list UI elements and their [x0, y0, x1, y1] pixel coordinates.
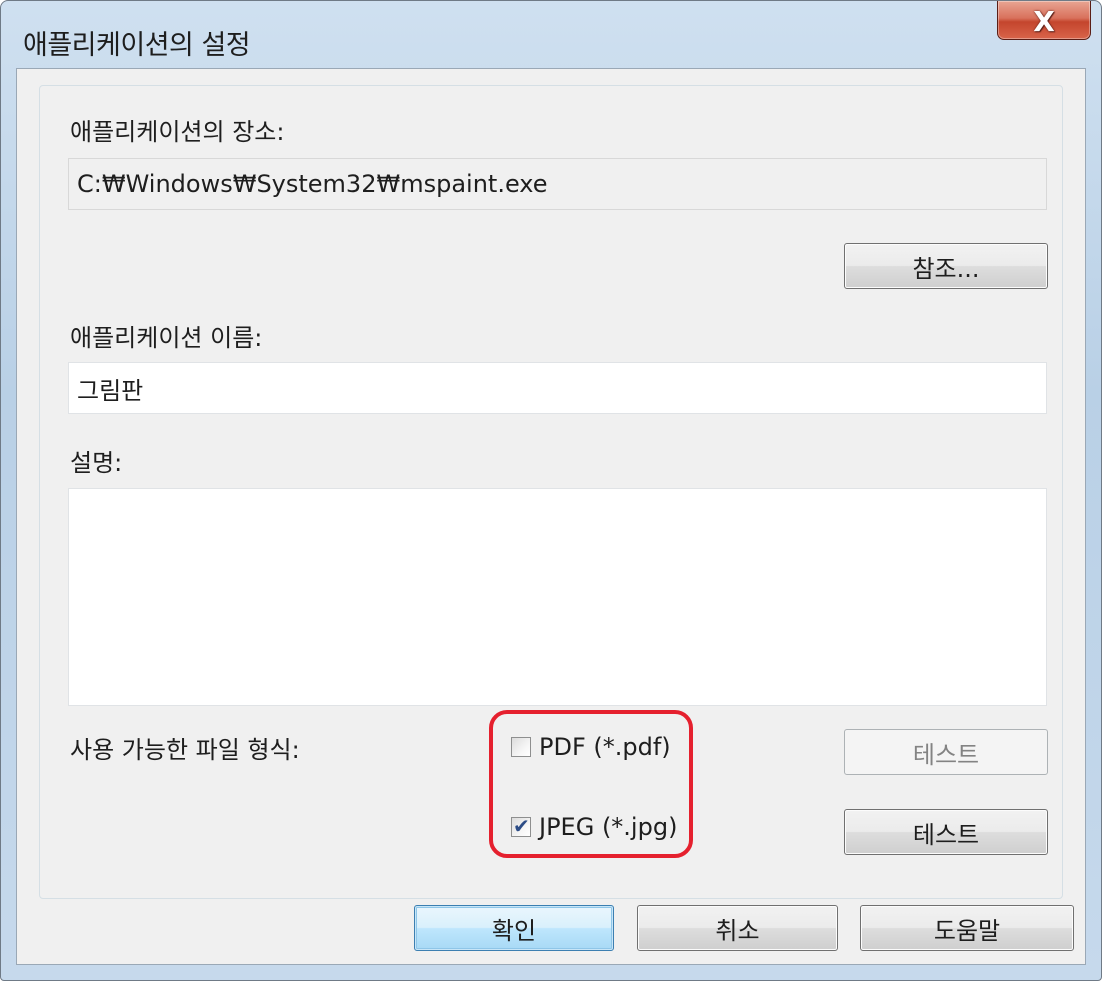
close-button[interactable]: X	[997, 1, 1091, 40]
name-input[interactable]: 그림판	[68, 362, 1047, 414]
pdf-format-label: PDF (*.pdf)	[539, 733, 671, 761]
pdf-checkbox[interactable]	[511, 737, 531, 757]
cancel-button[interactable]: 취소	[637, 905, 838, 951]
ok-button[interactable]: 확인	[414, 905, 614, 951]
dialog-title: 애플리케이션의 설정	[23, 30, 251, 61]
name-label: 애플리케이션 이름:	[70, 324, 263, 352]
description-label: 설명:	[70, 449, 123, 477]
check-mark-icon: ✔	[513, 814, 530, 838]
location-field: C:₩Windows₩System32₩mspaint.exe	[68, 158, 1047, 210]
help-button[interactable]: 도움말	[860, 905, 1074, 951]
close-icon: X	[1033, 5, 1055, 38]
pdf-test-button[interactable]: 테스트	[844, 729, 1048, 775]
jpeg-test-button[interactable]: 테스트	[844, 809, 1048, 855]
pdf-format-option[interactable]: PDF (*.pdf)	[511, 733, 671, 761]
browse-button[interactable]: 참조...	[844, 243, 1048, 289]
file-formats-label: 사용 가능한 파일 형식:	[70, 736, 300, 764]
location-label: 애플리케이션의 장소:	[70, 118, 285, 146]
description-textarea[interactable]	[68, 488, 1047, 706]
jpeg-checkbox[interactable]: ✔	[511, 814, 531, 838]
jpeg-format-label: JPEG (*.jpg)	[539, 813, 678, 841]
jpeg-format-option[interactable]: ✔ JPEG (*.jpg)	[511, 813, 677, 841]
